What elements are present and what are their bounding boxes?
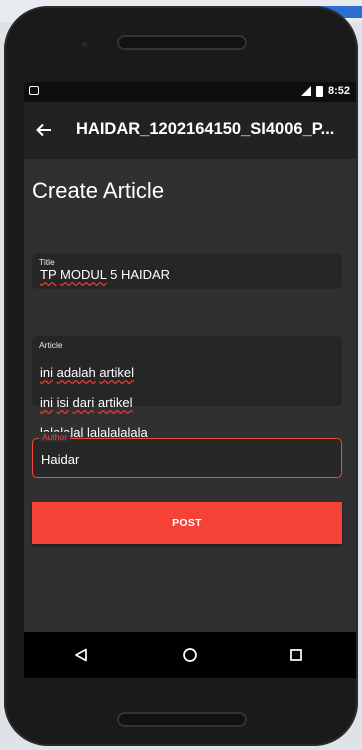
title-value[interactable]: TP MODUL 5 HAIDAR [40,267,170,282]
author-value[interactable]: Haidar [41,452,79,467]
back-arrow-icon [36,123,51,137]
camera-dot [82,42,87,47]
nav-home-button[interactable] [180,645,200,665]
article-label: Article [39,340,63,350]
device-screen: 8:52 HAIDAR_1202164150_SI4006_P... Creat… [24,82,356,678]
back-button[interactable] [30,116,58,144]
post-button[interactable]: POST [32,502,342,544]
notification-icon [29,86,39,95]
status-bar: 8:52 [24,82,356,102]
title-field[interactable]: Title TP MODUL 5 HAIDAR [32,253,342,289]
nav-back-button[interactable] [71,645,91,665]
app-bar: HAIDAR_1202164150_SI4006_P... [24,102,356,159]
article-field[interactable]: Article ini adalah artikel ini isi dari … [32,336,342,440]
battery-icon [315,85,323,97]
navigation-bar [24,632,356,678]
author-field[interactable]: Author Haidar [32,432,342,478]
nav-recents-icon [290,649,302,661]
bottom-speaker [117,712,247,727]
title-label: Title [39,257,55,267]
signal-icon [300,86,311,96]
nav-home-icon [183,648,197,662]
page-title: Create Article [32,178,165,203]
nav-back-icon [75,648,87,662]
status-time: 8:52 [327,85,350,97]
earpiece-speaker [117,35,247,50]
app-title: HAIDAR_1202164150_SI4006_P... [76,120,335,138]
nav-recents-button[interactable] [286,645,306,665]
author-label: Author [39,432,71,442]
